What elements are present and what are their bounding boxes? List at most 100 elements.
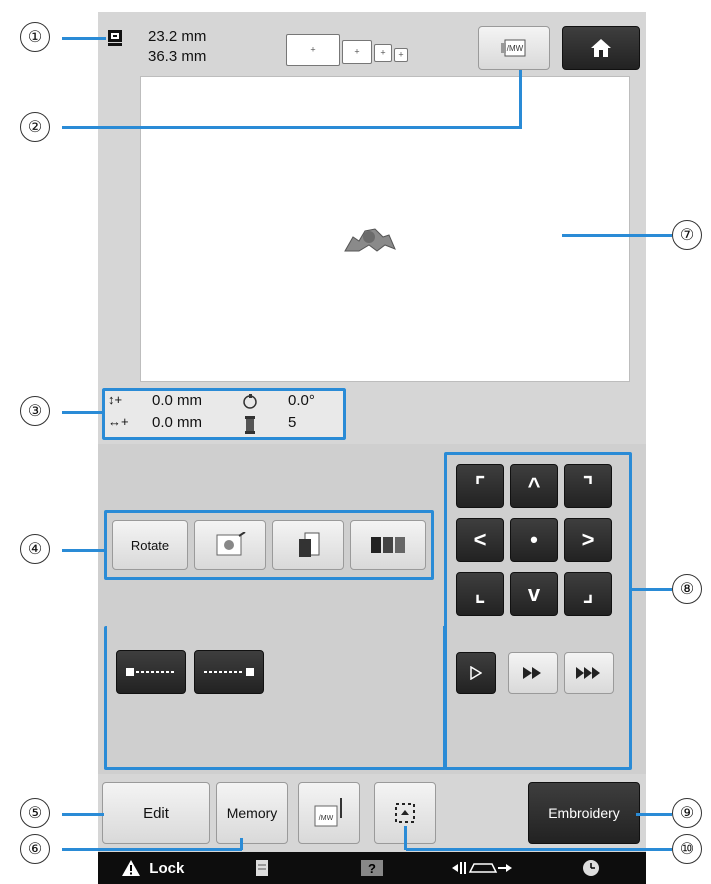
color-sort-button[interactable] [350, 520, 426, 570]
end-point-icon [204, 668, 254, 676]
move-right-icon: > [581, 527, 595, 552]
horizontal-offset: 0.0 mm [152, 414, 203, 431]
lock-label: Lock [149, 859, 185, 877]
callout-line-3 [62, 411, 104, 414]
callout-4: ④ [20, 534, 50, 564]
move-up-right-button[interactable]: ⌝ [564, 464, 612, 508]
callout-2: ② [20, 112, 50, 142]
document-icon [256, 860, 269, 876]
thread-density-icon [299, 532, 320, 557]
callout-6: ⑥ [20, 834, 50, 864]
pattern-height: 23.2 mm [148, 28, 207, 45]
scan-button[interactable]: /MW [478, 26, 550, 70]
faster-forward-icon [576, 667, 600, 679]
move-up-right-icon: ⌝ [582, 473, 594, 498]
edit-button-label: Edit [143, 804, 169, 822]
lock-button[interactable]: Lock [98, 852, 208, 884]
faster-forward-button[interactable] [564, 652, 614, 694]
callout-vline-2 [519, 70, 522, 128]
status-bar: Lock ? [98, 852, 646, 884]
callout-7: ⑦ [672, 220, 702, 250]
move-right-button[interactable]: > [564, 518, 612, 562]
density-button[interactable] [272, 520, 344, 570]
dashed-frame-icon [395, 803, 415, 823]
document-button[interactable] [208, 852, 318, 884]
pattern-size-icon [108, 30, 122, 46]
center-icon: • [530, 527, 538, 552]
svg-text:?: ? [368, 861, 376, 876]
start-point-icon [126, 668, 176, 676]
move-down-left-button[interactable]: ⌞ [456, 572, 504, 616]
home-icon [591, 39, 611, 57]
horizontal-offset-icon: ↔+ [108, 414, 129, 429]
frame-large-icon: + [286, 34, 340, 66]
pattern-edit-button[interactable] [194, 520, 266, 570]
rotate-button-label: Rotate [130, 537, 170, 553]
memory-button-label: Memory [226, 805, 278, 821]
move-up-left-icon: ⌜ [474, 473, 486, 498]
move-down-icon: v [527, 581, 541, 606]
embroidery-button[interactable]: Embroidery [528, 782, 640, 844]
callout-line-8 [632, 588, 672, 591]
rotate-button[interactable]: Rotate [112, 520, 188, 570]
thread-colors-icon [371, 537, 405, 553]
play-icon [470, 666, 482, 680]
move-left-icon: < [473, 527, 487, 552]
callout-10: ⑩ [672, 834, 702, 864]
fast-forward-icon [523, 667, 541, 679]
frame-medium-icon: + [342, 40, 372, 64]
callout-line-7 [562, 234, 672, 237]
frame-check-button[interactable]: /MW [298, 782, 360, 844]
callout-line-2 [62, 126, 522, 129]
callout-line-4 [62, 549, 106, 552]
move-up-button[interactable]: ^ [510, 464, 558, 508]
embroidery-button-label: Embroidery [548, 805, 620, 821]
callout-3: ③ [20, 396, 50, 426]
callout-line-10 [406, 848, 672, 851]
callout-line-5 [62, 813, 104, 816]
thread-color-count: 5 [288, 414, 297, 431]
move-left-button[interactable]: < [456, 518, 504, 562]
svg-text:/MW: /MW [507, 44, 524, 53]
edit-button[interactable]: Edit [102, 782, 210, 844]
memory-button[interactable]: Memory [216, 782, 288, 844]
move-up-icon: ^ [527, 473, 541, 498]
pattern-preview-icon [216, 532, 246, 556]
frame-mini-icon: + [394, 48, 408, 62]
frame-needle-icon: /MW [314, 798, 342, 827]
home-button[interactable] [562, 26, 640, 70]
trial-play-button[interactable] [456, 652, 496, 694]
callout-9: ⑨ [672, 798, 702, 828]
rotation-angle: 0.0° [288, 392, 315, 409]
pattern-size-readout: 23.2 mm 36.3 mm [106, 28, 246, 72]
embroidery-frame-indicators: + + + + [286, 30, 412, 70]
start-point-button[interactable] [116, 650, 186, 694]
move-down-right-icon: ⌟ [582, 581, 594, 606]
help-button[interactable]: ? [317, 852, 427, 884]
pattern-preview-area[interactable] [140, 76, 630, 382]
clock-button[interactable] [536, 852, 646, 884]
rotation-icon [243, 394, 257, 409]
position-info-box: ↕+ 0.0 mm ↔+ 0.0 mm 0.0° 5 [102, 388, 346, 440]
frame-small-icon: + [374, 44, 392, 62]
pattern-width: 36.3 mm [148, 48, 207, 65]
vertical-offset: 0.0 mm [152, 392, 203, 409]
center-button[interactable]: • [510, 518, 558, 562]
move-down-button[interactable]: v [510, 572, 558, 616]
fast-forward-button[interactable] [508, 652, 558, 694]
help-icon: ? [360, 860, 383, 876]
move-up-left-button[interactable]: ⌜ [456, 464, 504, 508]
scan-icon: /MW [501, 39, 526, 57]
presser-foot-button[interactable] [427, 852, 537, 884]
svg-text:/MW: /MW [319, 815, 334, 822]
callout-vline-6 [240, 838, 243, 850]
callout-vline-10 [404, 826, 407, 850]
move-down-right-button[interactable]: ⌟ [564, 572, 612, 616]
callout-line-6 [62, 848, 242, 851]
move-down-left-icon: ⌞ [474, 581, 486, 606]
callout-5: ⑤ [20, 798, 50, 828]
callout-line-9 [636, 813, 672, 816]
end-point-button[interactable] [194, 650, 264, 694]
embroidery-pattern-icon [344, 228, 396, 252]
callout-1: ① [20, 22, 50, 52]
